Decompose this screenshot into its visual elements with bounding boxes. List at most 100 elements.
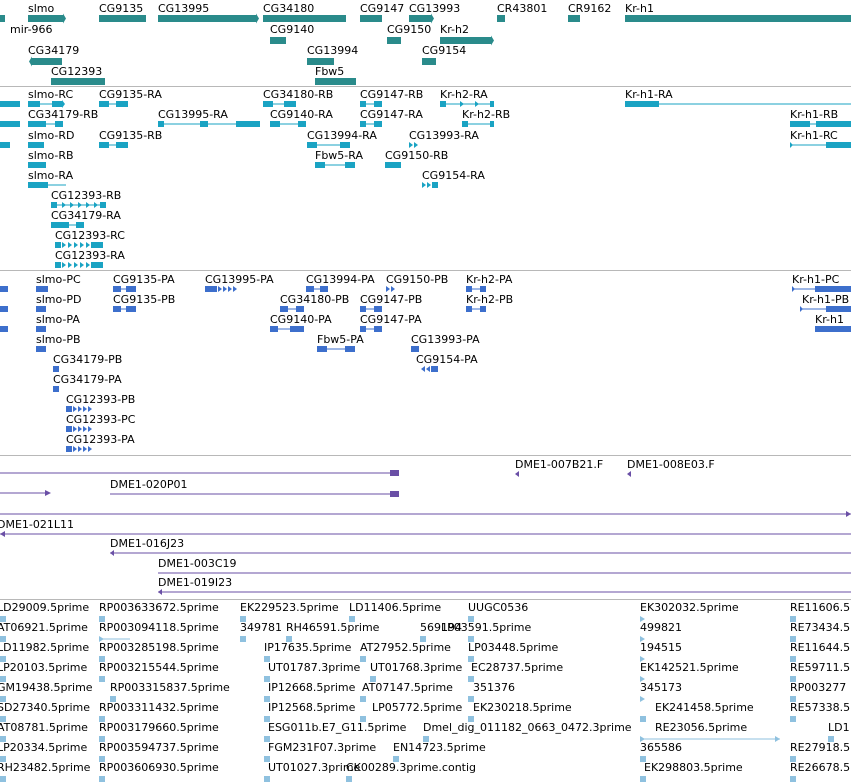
mrna-label[interactable]: CG34179-RA <box>51 209 121 222</box>
mrna-label[interactable]: CG13994-RA <box>307 129 377 142</box>
bac-label[interactable]: DME1-008E03.F <box>627 458 715 471</box>
gene-label[interactable]: CG9147 <box>360 2 404 15</box>
protein-label[interactable]: CG9135-PB <box>113 293 175 306</box>
mrna-label[interactable]: Kr-h2-RA <box>440 88 488 101</box>
est-label[interactable]: RE59711.5 <box>790 661 850 674</box>
gene-label[interactable]: Kr-h2 <box>440 23 469 36</box>
mrna-label[interactable]: CG34180-RB <box>263 88 333 101</box>
protein-label[interactable]: slmo-PC <box>36 273 81 286</box>
est-label[interactable]: Dmel_dig_011182_0663_0472.3prime <box>423 721 632 734</box>
est-label[interactable]: IP17635.5prime <box>264 641 351 654</box>
est-label[interactable]: SD27340.5prime <box>0 701 90 714</box>
mrna-label[interactable]: slmo-RB <box>28 149 74 162</box>
gene-label[interactable]: slmo <box>28 2 54 15</box>
mrna-label[interactable]: Kr-h1-RC <box>790 129 838 142</box>
protein-label[interactable]: slmo-PD <box>36 293 82 306</box>
protein-label[interactable]: CG12393-PC <box>66 413 135 426</box>
est-label[interactable]: EK302032.5prime <box>640 601 739 614</box>
protein-label[interactable]: Kr-h2-PA <box>466 273 512 286</box>
gene-label[interactable]: CG34180 <box>263 2 314 15</box>
est-label[interactable]: RP003277 <box>790 681 846 694</box>
gene-label[interactable]: CG12393 <box>51 65 102 78</box>
est-label[interactable]: RP003094118.5prime <box>99 621 219 634</box>
mrna-label[interactable]: Fbw5-RA <box>315 149 363 162</box>
est-label[interactable]: IP12568.5prime <box>268 701 355 714</box>
est-label[interactable]: IP12668.5prime <box>268 681 355 694</box>
est-label[interactable]: CK00289.3prime.contig <box>346 761 476 774</box>
protein-label[interactable]: CG9150-PB <box>386 273 448 286</box>
est-label[interactable]: GM19438.5prime <box>0 681 93 694</box>
gene-label[interactable]: CG13994 <box>307 44 358 57</box>
est-label[interactable]: RP003606930.5prime <box>99 761 219 774</box>
protein-label[interactable]: Kr-h1 <box>815 313 844 326</box>
protein-label[interactable]: CG34180-PB <box>280 293 349 306</box>
protein-label[interactable]: slmo-PB <box>36 333 81 346</box>
gene-label[interactable]: CG13993 <box>409 2 460 15</box>
est-label[interactable]: AT07147.5prime <box>362 681 453 694</box>
mrna-label[interactable]: Kr-h1-RA <box>625 88 673 101</box>
protein-label[interactable]: Fbw5-PA <box>317 333 364 346</box>
est-label[interactable]: RE73434.5 <box>790 621 850 634</box>
est-label[interactable]: EK142521.5prime <box>640 661 739 674</box>
mrna-label[interactable]: CG12393-RB <box>51 189 121 202</box>
protein-label[interactable]: CG13993-PA <box>411 333 480 346</box>
est-label[interactable]: LP05772.5prime <box>372 701 462 714</box>
protein-label[interactable]: CG12393-PA <box>66 433 135 446</box>
mrna-label[interactable]: CG9154-RA <box>422 169 485 182</box>
est-label[interactable]: EK241458.5prime <box>655 701 754 714</box>
est-label[interactable]: EN14723.5prime <box>393 741 486 754</box>
gene-label[interactable]: CG9154 <box>422 44 466 57</box>
est-label[interactable]: AT27952.5prime <box>360 641 451 654</box>
gene-label[interactable]: mir-966 <box>10 23 53 36</box>
protein-label[interactable]: CG34179-PB <box>53 353 122 366</box>
protein-label[interactable]: Kr-h2-PB <box>466 293 513 306</box>
mrna-label[interactable]: Kr-h1-RB <box>790 108 838 121</box>
est-label[interactable]: RE11606.5 <box>790 601 850 614</box>
est-label[interactable]: AT06921.5prime <box>0 621 88 634</box>
mrna-label[interactable]: CG34179-RB <box>28 108 98 121</box>
protein-label[interactable]: Kr-h1-PB <box>802 293 849 306</box>
est-label[interactable]: FGM231F07.3prime <box>268 741 376 754</box>
est-label[interactable]: LD29009.5prime <box>0 601 89 614</box>
est-label[interactable]: 194515 <box>640 641 682 654</box>
mrna-label[interactable]: CG13995-RA <box>158 108 228 121</box>
est-label[interactable]: UUGC0536 <box>468 601 528 614</box>
protein-label[interactable]: CG9154-PA <box>416 353 478 366</box>
est-label[interactable]: LD11406.5prime <box>349 601 441 614</box>
protein-label[interactable]: CG9147-PB <box>360 293 422 306</box>
protein-label[interactable]: CG9140-PA <box>270 313 332 326</box>
est-label[interactable]: 351376 <box>473 681 515 694</box>
protein-label[interactable]: CG12393-PB <box>66 393 135 406</box>
bac-label[interactable]: DME1-019I23 <box>158 576 232 589</box>
protein-label[interactable]: CG13994-PA <box>306 273 375 286</box>
est-label[interactable]: RP003311432.5prime <box>99 701 219 714</box>
bac-label[interactable]: DME1-020P01 <box>110 478 188 491</box>
est-label[interactable]: ESG011b.E7_G11.5prime <box>268 721 406 734</box>
est-label[interactable]: RP003285198.5prime <box>99 641 219 654</box>
protein-label[interactable]: CG9135-PA <box>113 273 175 286</box>
gene-label[interactable]: CR9162 <box>568 2 611 15</box>
est-label[interactable]: RP003179660.5prime <box>99 721 219 734</box>
mrna-label[interactable]: CG9147-RB <box>360 88 423 101</box>
est-label[interactable]: RE27918.5 <box>790 741 850 754</box>
bac-label[interactable]: DME1-021L11 <box>0 518 74 531</box>
est-label[interactable]: RH23482.5prime <box>0 761 90 774</box>
gene-label[interactable]: CG9150 <box>387 23 431 36</box>
mrna-label[interactable]: CG12393-RA <box>55 249 125 262</box>
gene-label[interactable]: CG9135 <box>99 2 143 15</box>
gene-label[interactable]: Fbw5 <box>315 65 344 78</box>
mrna-label[interactable]: CG9140-RA <box>270 108 333 121</box>
est-label[interactable]: RP003215544.5prime <box>99 661 219 674</box>
est-label[interactable]: 499821 <box>640 621 682 634</box>
est-label[interactable]: EK298803.5prime <box>644 761 743 774</box>
est-label[interactable]: LD1 <box>828 721 850 734</box>
bac-label[interactable]: DME1-016J23 <box>110 537 184 550</box>
protein-label[interactable]: CG13995-PA <box>205 273 274 286</box>
mrna-label[interactable]: Kr-h2-RB <box>462 108 510 121</box>
mrna-label[interactable]: CG9135-RB <box>99 129 162 142</box>
est-label[interactable]: LP03448.5prime <box>468 641 558 654</box>
mrna-label[interactable]: CG9147-RA <box>360 108 423 121</box>
protein-label[interactable]: slmo-PA <box>36 313 80 326</box>
gene-label[interactable]: CG9140 <box>270 23 314 36</box>
est-label[interactable]: 345173 <box>640 681 682 694</box>
